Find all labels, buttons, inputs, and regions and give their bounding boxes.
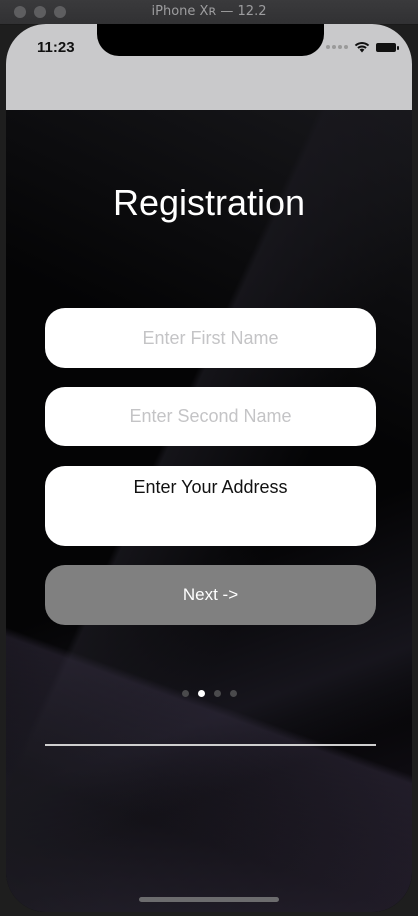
page-title: Registration [112, 182, 306, 223]
page-dot[interactable] [213, 690, 221, 697]
battery-icon [376, 42, 399, 52]
simulator-window: iPhone Xʀ — 12.2 11:23 Registration Ente… [0, 0, 418, 916]
page-indicator[interactable] [6, 690, 412, 697]
signal-dots-icon [326, 45, 348, 49]
registration-screen: Registration Enter Your Address Next -> [6, 110, 412, 912]
home-indicator[interactable] [139, 897, 279, 902]
status-bar: 11:23 [6, 24, 412, 110]
address-input[interactable]: Enter Your Address [45, 466, 376, 546]
device-notch [97, 24, 324, 56]
status-icons [326, 41, 399, 53]
window-title: iPhone Xʀ — 12.2 [151, 4, 267, 19]
first-name-input[interactable] [45, 308, 376, 368]
page-dot[interactable] [181, 690, 189, 697]
next-button[interactable]: Next -> [45, 565, 376, 625]
page-dot-active[interactable] [197, 690, 205, 697]
window-titlebar: iPhone Xʀ — 12.2 [0, 0, 418, 25]
phone-screen: 11:23 Registration Enter Your Address Ne… [6, 24, 412, 912]
page-dot[interactable] [229, 690, 237, 697]
status-time: 11:23 [37, 39, 75, 56]
divider-line [45, 744, 376, 746]
wifi-icon [354, 42, 370, 53]
second-name-input[interactable] [45, 387, 376, 446]
